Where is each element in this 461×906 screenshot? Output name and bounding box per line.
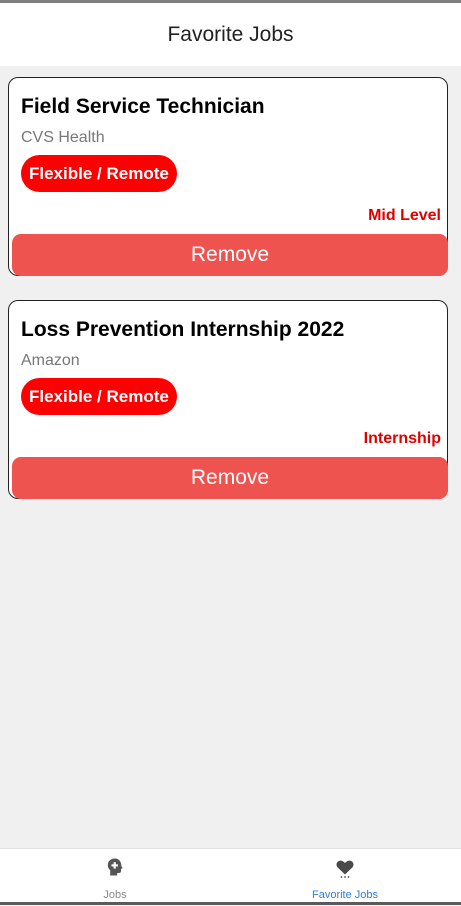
bottom-tab-bar: Jobs Favorite Jobs bbox=[0, 848, 461, 905]
favorites-list: Field Service Technician CVS Health Flex… bbox=[8, 77, 450, 523]
page-title: Favorite Jobs bbox=[167, 22, 294, 46]
company-name: CVS Health bbox=[21, 129, 105, 146]
job-level: Internship bbox=[363, 430, 441, 447]
remote-badge: Flexible / Remote bbox=[21, 378, 177, 415]
heart-icon bbox=[334, 857, 356, 884]
job-card[interactable]: Loss Prevention Internship 2022 Amazon F… bbox=[8, 300, 448, 499]
header: Favorite Jobs bbox=[0, 3, 461, 66]
remove-button[interactable]: Remove bbox=[12, 457, 448, 499]
tab-label: Jobs bbox=[103, 889, 127, 901]
job-title: Field Service Technician bbox=[21, 95, 265, 118]
remote-badge: Flexible / Remote bbox=[21, 155, 177, 192]
tab-jobs[interactable]: Jobs bbox=[0, 849, 230, 906]
tab-label: Favorite Jobs bbox=[311, 889, 379, 901]
job-level: Mid Level bbox=[368, 207, 441, 224]
job-card[interactable]: Field Service Technician CVS Health Flex… bbox=[8, 77, 448, 276]
tab-favorite-jobs[interactable]: Favorite Jobs bbox=[230, 849, 460, 906]
company-name: Amazon bbox=[21, 352, 80, 369]
head-plus-icon bbox=[105, 857, 125, 882]
remove-button[interactable]: Remove bbox=[12, 234, 448, 276]
job-title: Loss Prevention Internship 2022 bbox=[21, 318, 345, 341]
